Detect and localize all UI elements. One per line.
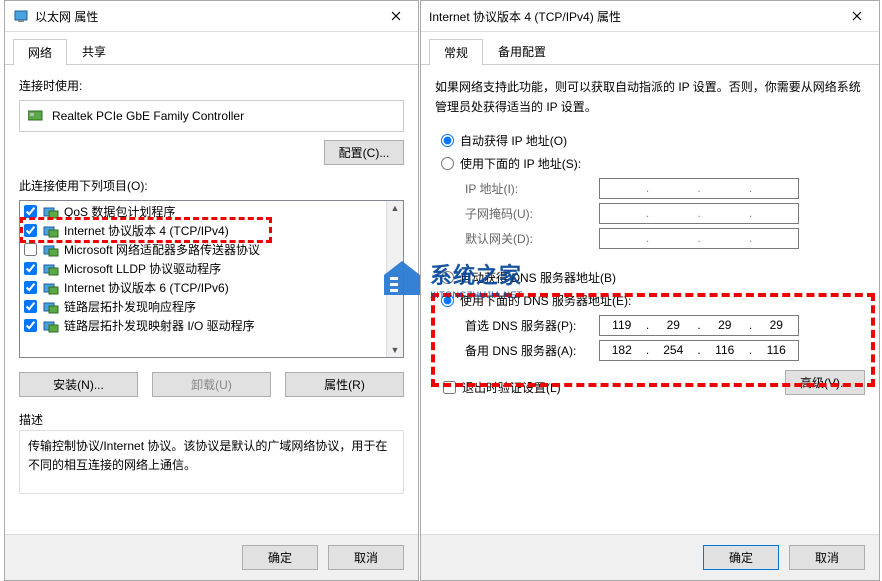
alternate-dns-label: 备用 DNS 服务器(A): [465, 342, 599, 359]
dns-manual-label: 使用下面的 DNS 服务器地址(E): [460, 292, 631, 309]
connect-using-label: 连接时使用: [19, 77, 404, 94]
advanced-button[interactable]: 高级(V)... [785, 370, 865, 395]
protocol-list[interactable]: QoS 数据包计划程序 Internet 协议版本 4 (TCP/IPv4) Mic… [19, 200, 404, 358]
protocol-label: QoS 数据包计划程序 [64, 203, 175, 220]
validate-checkbox-row[interactable]: 退出时验证设置(L) [443, 379, 561, 396]
description-text: 传输控制协议/Internet 协议。该协议是默认的广域网络协议，用于在不同的相… [19, 430, 404, 494]
close-button[interactable] [834, 2, 879, 31]
network-adapter-icon [13, 8, 29, 24]
ip-manual-radio-row[interactable]: 使用下面的 IP 地址(S): [441, 155, 865, 172]
list-item[interactable]: Internet 协议版本 6 (TCP/IPv6) [20, 278, 403, 297]
dialog-title: Internet 协议版本 4 (TCP/IPv4) 属性 [429, 8, 834, 25]
dns-group: 自动获得 DNS 服务器地址(B) 使用下面的 DNS 服务器地址(E): 首选… [435, 269, 865, 361]
protocol-icon [43, 300, 59, 314]
list-item[interactable]: Microsoft 网络适配器多路传送器协议 [20, 240, 403, 259]
validate-label: 退出时验证设置(L) [462, 379, 561, 396]
adapter-name: Realtek PCIe GbE Family Controller [52, 109, 244, 123]
dns-auto-radio[interactable] [441, 271, 454, 284]
subnet-mask-label: 子网掩码(U): [465, 205, 599, 222]
protocol-label: 链路层拓扑发现映射器 I/O 驱动程序 [64, 317, 255, 334]
protocol-checkbox[interactable] [24, 319, 37, 332]
protocol-label: Microsoft LLDP 协议驱动程序 [64, 260, 221, 277]
list-item[interactable]: 链路层拓扑发现映射器 I/O 驱动程序 [20, 316, 403, 335]
list-item[interactable]: 链路层拓扑发现响应程序 [20, 297, 403, 316]
scroll-up-icon[interactable]: ▲ [391, 203, 400, 213]
list-scrollbar[interactable]: ▲ ▼ [386, 201, 403, 357]
alternate-dns-input[interactable]: 182. 254. 116. 116 [599, 340, 799, 361]
tab-sharing[interactable]: 共享 [67, 38, 121, 64]
preferred-dns-label: 首选 DNS 服务器(P): [465, 317, 599, 334]
subnet-mask-input: ... [599, 203, 799, 224]
tab-general[interactable]: 常规 [429, 39, 483, 65]
protocol-button-row: 安装(N)... 卸载(U) 属性(R) [19, 372, 404, 397]
items-label: 此连接使用下列项目(O): [19, 177, 404, 194]
info-text: 如果网络支持此功能，则可以获取自动指派的 IP 设置。否则，你需要从网络系统管理… [435, 77, 865, 118]
protocol-checkbox[interactable] [24, 300, 37, 313]
dialog-footer: 确定 取消 [5, 534, 418, 580]
description-label: 描述 [19, 411, 404, 428]
dns-auto-label: 自动获得 DNS 服务器地址(B) [460, 269, 616, 286]
ok-button[interactable]: 确定 [703, 545, 779, 570]
list-item[interactable]: Internet 协议版本 4 (TCP/IPv4) [20, 221, 403, 240]
ok-button[interactable]: 确定 [242, 545, 318, 570]
properties-button[interactable]: 属性(R) [285, 372, 404, 397]
adapter-box: Realtek PCIe GbE Family Controller [19, 100, 404, 132]
configure-button[interactable]: 配置(C)... [324, 140, 404, 165]
tab-network[interactable]: 网络 [13, 39, 67, 65]
dialog-title: 以太网 属性 [35, 8, 373, 25]
ethernet-properties-dialog: 以太网 属性 网络 共享 连接时使用: Realtek PCIe GbE Fam… [4, 0, 419, 581]
gateway-label: 默认网关(D): [465, 230, 599, 247]
cancel-button[interactable]: 取消 [789, 545, 865, 570]
protocol-label: Internet 协议版本 4 (TCP/IPv4) [64, 222, 229, 239]
protocol-checkbox[interactable] [24, 224, 37, 237]
ip-auto-label: 自动获得 IP 地址(O) [460, 132, 567, 149]
ip-manual-label: 使用下面的 IP 地址(S): [460, 155, 581, 172]
protocol-label: Internet 协议版本 6 (TCP/IPv6) [64, 279, 229, 296]
validate-checkbox[interactable] [443, 381, 456, 394]
gateway-input: ... [599, 228, 799, 249]
list-item[interactable]: QoS 数据包计划程序 [20, 202, 403, 221]
tab-alternate[interactable]: 备用配置 [483, 38, 561, 64]
ip-address-label: IP 地址(I): [465, 180, 599, 197]
protocol-icon [43, 262, 59, 276]
close-button[interactable] [373, 2, 418, 31]
preferred-dns-input[interactable]: 119. 29. 29. 29 [599, 315, 799, 336]
protocol-icon [43, 319, 59, 333]
protocol-icon [43, 281, 59, 295]
protocol-icon [43, 243, 59, 257]
cancel-button[interactable]: 取消 [328, 545, 404, 570]
nic-icon [28, 110, 44, 122]
dns-manual-radio-row[interactable]: 使用下面的 DNS 服务器地址(E): [441, 292, 865, 309]
ipv4-properties-dialog: Internet 协议版本 4 (TCP/IPv4) 属性 常规 备用配置 如果… [420, 0, 880, 581]
list-item[interactable]: Microsoft LLDP 协议驱动程序 [20, 259, 403, 278]
ip-manual-radio[interactable] [441, 157, 454, 170]
dns-manual-radio[interactable] [441, 294, 454, 307]
dns-auto-radio-row[interactable]: 自动获得 DNS 服务器地址(B) [441, 269, 865, 286]
tabs: 常规 备用配置 [421, 32, 879, 65]
protocol-checkbox[interactable] [24, 243, 37, 256]
install-button[interactable]: 安装(N)... [19, 372, 138, 397]
protocol-checkbox[interactable] [24, 262, 37, 275]
titlebar: 以太网 属性 [5, 1, 418, 32]
tabs: 网络 共享 [5, 32, 418, 65]
protocol-icon [43, 205, 59, 219]
ip-auto-radio[interactable] [441, 134, 454, 147]
scroll-down-icon[interactable]: ▼ [391, 345, 400, 355]
protocol-checkbox[interactable] [24, 281, 37, 294]
titlebar: Internet 协议版本 4 (TCP/IPv4) 属性 [421, 1, 879, 32]
dialog-body: 连接时使用: Realtek PCIe GbE Family Controlle… [5, 65, 418, 506]
dialog-body: 如果网络支持此功能，则可以获取自动指派的 IP 设置。否则，你需要从网络系统管理… [421, 65, 879, 408]
protocol-checkbox[interactable] [24, 205, 37, 218]
dialog-footer: 确定 取消 [421, 534, 879, 580]
protocol-label: 链路层拓扑发现响应程序 [64, 298, 196, 315]
ip-group: 自动获得 IP 地址(O) 使用下面的 IP 地址(S): IP 地址(I):.… [435, 132, 865, 249]
uninstall-button: 卸载(U) [152, 372, 271, 397]
ip-address-input: ... [599, 178, 799, 199]
ip-auto-radio-row[interactable]: 自动获得 IP 地址(O) [441, 132, 865, 149]
protocol-label: Microsoft 网络适配器多路传送器协议 [64, 241, 260, 258]
protocol-icon [43, 224, 59, 238]
